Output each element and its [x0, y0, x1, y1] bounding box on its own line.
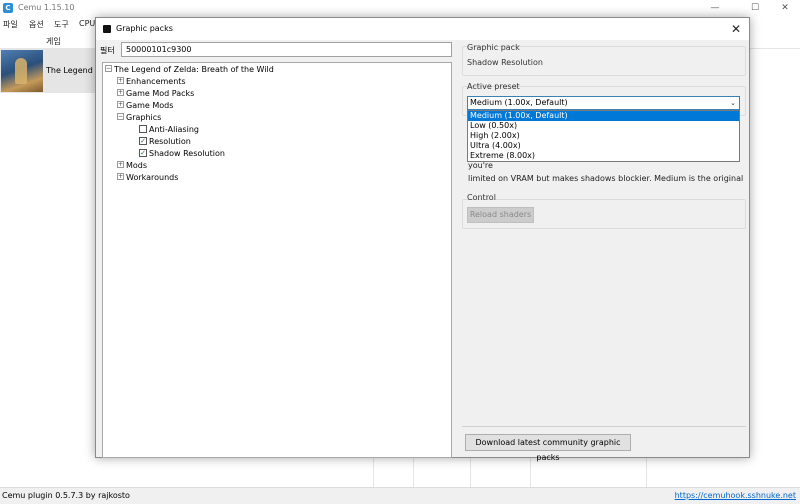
tree-node-label: Game Mod Packs: [126, 89, 195, 98]
tree-node-label: Resolution: [149, 137, 191, 146]
preset-description: you're limited on VRAM but makes shadows…: [468, 159, 748, 185]
control-label: Control: [467, 193, 496, 202]
tree-node-label: Anti-Aliasing: [149, 125, 199, 134]
minimize-button[interactable]: —: [700, 0, 730, 17]
status-bar: Cemu plugin 0.5.7.3 by rajkosto https://…: [0, 487, 800, 504]
graphic-pack-label: Graphic pack: [467, 43, 520, 52]
preset-option[interactable]: Ultra (4.00x): [468, 141, 739, 151]
reload-shaders-button[interactable]: Reload shaders: [467, 207, 534, 223]
collapse-icon[interactable]: −: [117, 113, 124, 120]
column-header-game[interactable]: 게임: [46, 36, 61, 47]
tree-node-workarounds[interactable]: + Workarounds: [117, 172, 178, 184]
expand-icon[interactable]: +: [117, 161, 124, 168]
tree-node-label: Mods: [126, 161, 148, 170]
dialog-close-icon[interactable]: ✕: [727, 20, 745, 38]
column-divider: [646, 457, 647, 487]
expand-icon[interactable]: +: [117, 101, 124, 108]
menu-options[interactable]: 옵션: [29, 19, 44, 30]
expand-icon[interactable]: +: [117, 173, 124, 180]
tree-node-label: Graphics: [126, 113, 162, 122]
preset-option[interactable]: Low (0.50x): [468, 121, 739, 131]
tree-node-label: Workarounds: [126, 173, 179, 182]
description-line: limited on VRAM but makes shadows blocki…: [468, 174, 744, 183]
column-divider: [530, 457, 531, 487]
status-plugin-text: Cemu plugin 0.5.7.3 by rajkosto: [2, 491, 130, 500]
cemuhook-link[interactable]: https://cemuhook.sshnuke.net: [675, 491, 796, 500]
preset-option[interactable]: High (2.00x): [468, 131, 739, 141]
main-title-bar: C Cemu 1.15.10 — ☐ ✕: [0, 0, 800, 17]
graphic-packs-dialog: Graphic packs ✕ 필터 −The Legend of Zelda:…: [95, 17, 750, 462]
tree-node-label: Game Mods: [126, 101, 174, 110]
chevron-down-icon: ⌄: [730, 99, 736, 107]
tree-node-label: Shadow Resolution: [149, 149, 225, 158]
tree-node-enhancements[interactable]: + Enhancements: [117, 76, 186, 88]
column-divider: [470, 457, 471, 487]
graphic-pack-name: Shadow Resolution: [467, 58, 543, 67]
cemu-app-icon: C: [3, 3, 13, 13]
column-divider: [373, 457, 374, 487]
tree-node-mods[interactable]: + Mods: [117, 160, 147, 172]
active-preset-value: Medium (1.00x, Default): [470, 98, 568, 107]
tree-node-shadow-resolution[interactable]: ✓ Shadow Resolution: [139, 148, 225, 160]
collapse-icon[interactable]: −: [105, 65, 112, 72]
graphic-pack-tree[interactable]: − The Legend of Zelda: Breath of the Wild…: [102, 62, 452, 458]
anti-aliasing-checkbox[interactable]: [139, 124, 147, 133]
download-graphic-packs-button[interactable]: Download latest community graphic packs: [465, 434, 631, 462]
game-name: The Legend of Zelda: Breath of the Wild: [46, 66, 96, 75]
tree-node-anti-aliasing[interactable]: Anti-Aliasing: [139, 124, 199, 136]
menu-file[interactable]: 파일: [3, 19, 18, 30]
expand-icon[interactable]: +: [117, 77, 124, 84]
preset-option[interactable]: Medium (1.00x, Default): [468, 111, 739, 121]
column-divider: [413, 457, 414, 487]
tree-node-root[interactable]: − The Legend of Zelda: Breath of the Wild: [105, 64, 274, 76]
tree-node-label: Enhancements: [126, 77, 186, 86]
active-preset-label: Active preset: [467, 82, 520, 91]
game-icon: [1, 50, 43, 92]
filter-label: 필터: [100, 46, 115, 55]
game-row[interactable]: The Legend of Zelda: Breath of the Wild: [0, 49, 98, 93]
active-preset-select[interactable]: Medium (1.00x, Default) ⌄: [467, 96, 740, 110]
close-window-button[interactable]: ✕: [770, 0, 800, 17]
preset-option[interactable]: Extreme (8.00x): [468, 151, 739, 161]
graphic-packs-icon: [103, 25, 111, 33]
tree-node-graphics[interactable]: − Graphics: [117, 112, 161, 124]
filter-input[interactable]: [121, 42, 452, 57]
tree-node-game-mods[interactable]: + Game Mods: [117, 100, 173, 112]
main-window-title: Cemu 1.15.10: [18, 3, 75, 12]
tree-node-resolution[interactable]: ✓ Resolution: [139, 136, 191, 148]
shadow-resolution-checkbox[interactable]: ✓: [139, 148, 147, 157]
resolution-checkbox[interactable]: ✓: [139, 136, 147, 145]
divider: [462, 426, 746, 427]
preset-dropdown-list: Medium (1.00x, Default) Low (0.50x) High…: [467, 110, 740, 162]
maximize-button[interactable]: ☐: [740, 0, 770, 17]
tree-node-game-mod-packs[interactable]: + Game Mod Packs: [117, 88, 194, 100]
expand-icon[interactable]: +: [117, 89, 124, 96]
dialog-title: Graphic packs: [116, 24, 173, 33]
menu-cpu[interactable]: CPU: [79, 19, 95, 28]
menu-tools[interactable]: 도구: [54, 19, 69, 30]
tree-node-label: The Legend of Zelda: Breath of the Wild: [114, 65, 274, 74]
dialog-title-bar: Graphic packs ✕: [96, 18, 749, 40]
